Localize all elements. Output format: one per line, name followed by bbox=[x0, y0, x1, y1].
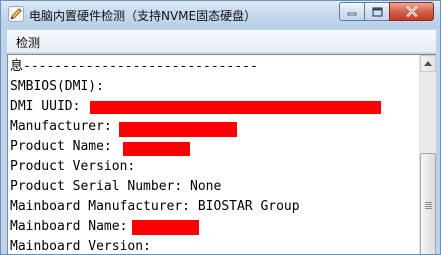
thumb-grip-line bbox=[425, 204, 432, 205]
thumb-grip-line bbox=[425, 202, 432, 203]
output-textarea[interactable]: 息------------------------------ SMBIOS(D… bbox=[8, 55, 419, 254]
output-line: 息------------------------------ bbox=[10, 59, 258, 74]
minimize-button[interactable] bbox=[339, 2, 365, 21]
output-line: Manufacturer: bbox=[10, 119, 112, 134]
redaction-mainboard-name bbox=[132, 220, 199, 235]
window-title: 电脑内置硬件检测（支持NVME固态硬盘） bbox=[29, 9, 257, 23]
output-line: Mainboard Version: bbox=[10, 239, 151, 254]
minimize-icon bbox=[347, 12, 357, 15]
redaction-manufacturer bbox=[119, 122, 237, 137]
scroll-thumb[interactable] bbox=[420, 153, 436, 254]
app-window: 电脑内置硬件检测（支持NVME固态硬盘） 检测 息---------------… bbox=[0, 0, 441, 255]
output-line: Product Version: bbox=[10, 159, 136, 174]
maximize-icon bbox=[371, 6, 383, 17]
redaction-uuid bbox=[90, 101, 381, 114]
output-line: SMBIOS(DMI): bbox=[10, 79, 104, 94]
thumb-grip-line bbox=[425, 206, 432, 207]
vertical-scrollbar[interactable] bbox=[419, 55, 436, 254]
output-line: Product Name: bbox=[10, 139, 112, 154]
thumb-grip-line bbox=[425, 208, 432, 209]
output-pane: 息------------------------------ SMBIOS(D… bbox=[7, 54, 436, 254]
output-line: Mainboard Name: bbox=[10, 219, 128, 234]
output-line: DMI UUID: bbox=[10, 99, 81, 114]
close-icon bbox=[406, 6, 417, 17]
scroll-up-button[interactable] bbox=[420, 55, 436, 72]
pencil-icon bbox=[8, 6, 24, 22]
maximize-button[interactable] bbox=[364, 2, 390, 21]
output-line: Product Serial Number: None bbox=[10, 179, 222, 194]
menu-bar: 检测 bbox=[7, 30, 436, 53]
redaction-product-name bbox=[123, 142, 190, 156]
output-line: Mainboard Manufacturer: BIOSTAR Group bbox=[10, 199, 300, 214]
scroll-up-arrow-icon bbox=[424, 61, 432, 66]
menu-item-detect[interactable]: 检测 bbox=[14, 34, 42, 51]
close-button[interactable] bbox=[389, 2, 434, 21]
title-bar[interactable]: 电脑内置硬件检测（支持NVME固态硬盘） bbox=[1, 1, 440, 28]
